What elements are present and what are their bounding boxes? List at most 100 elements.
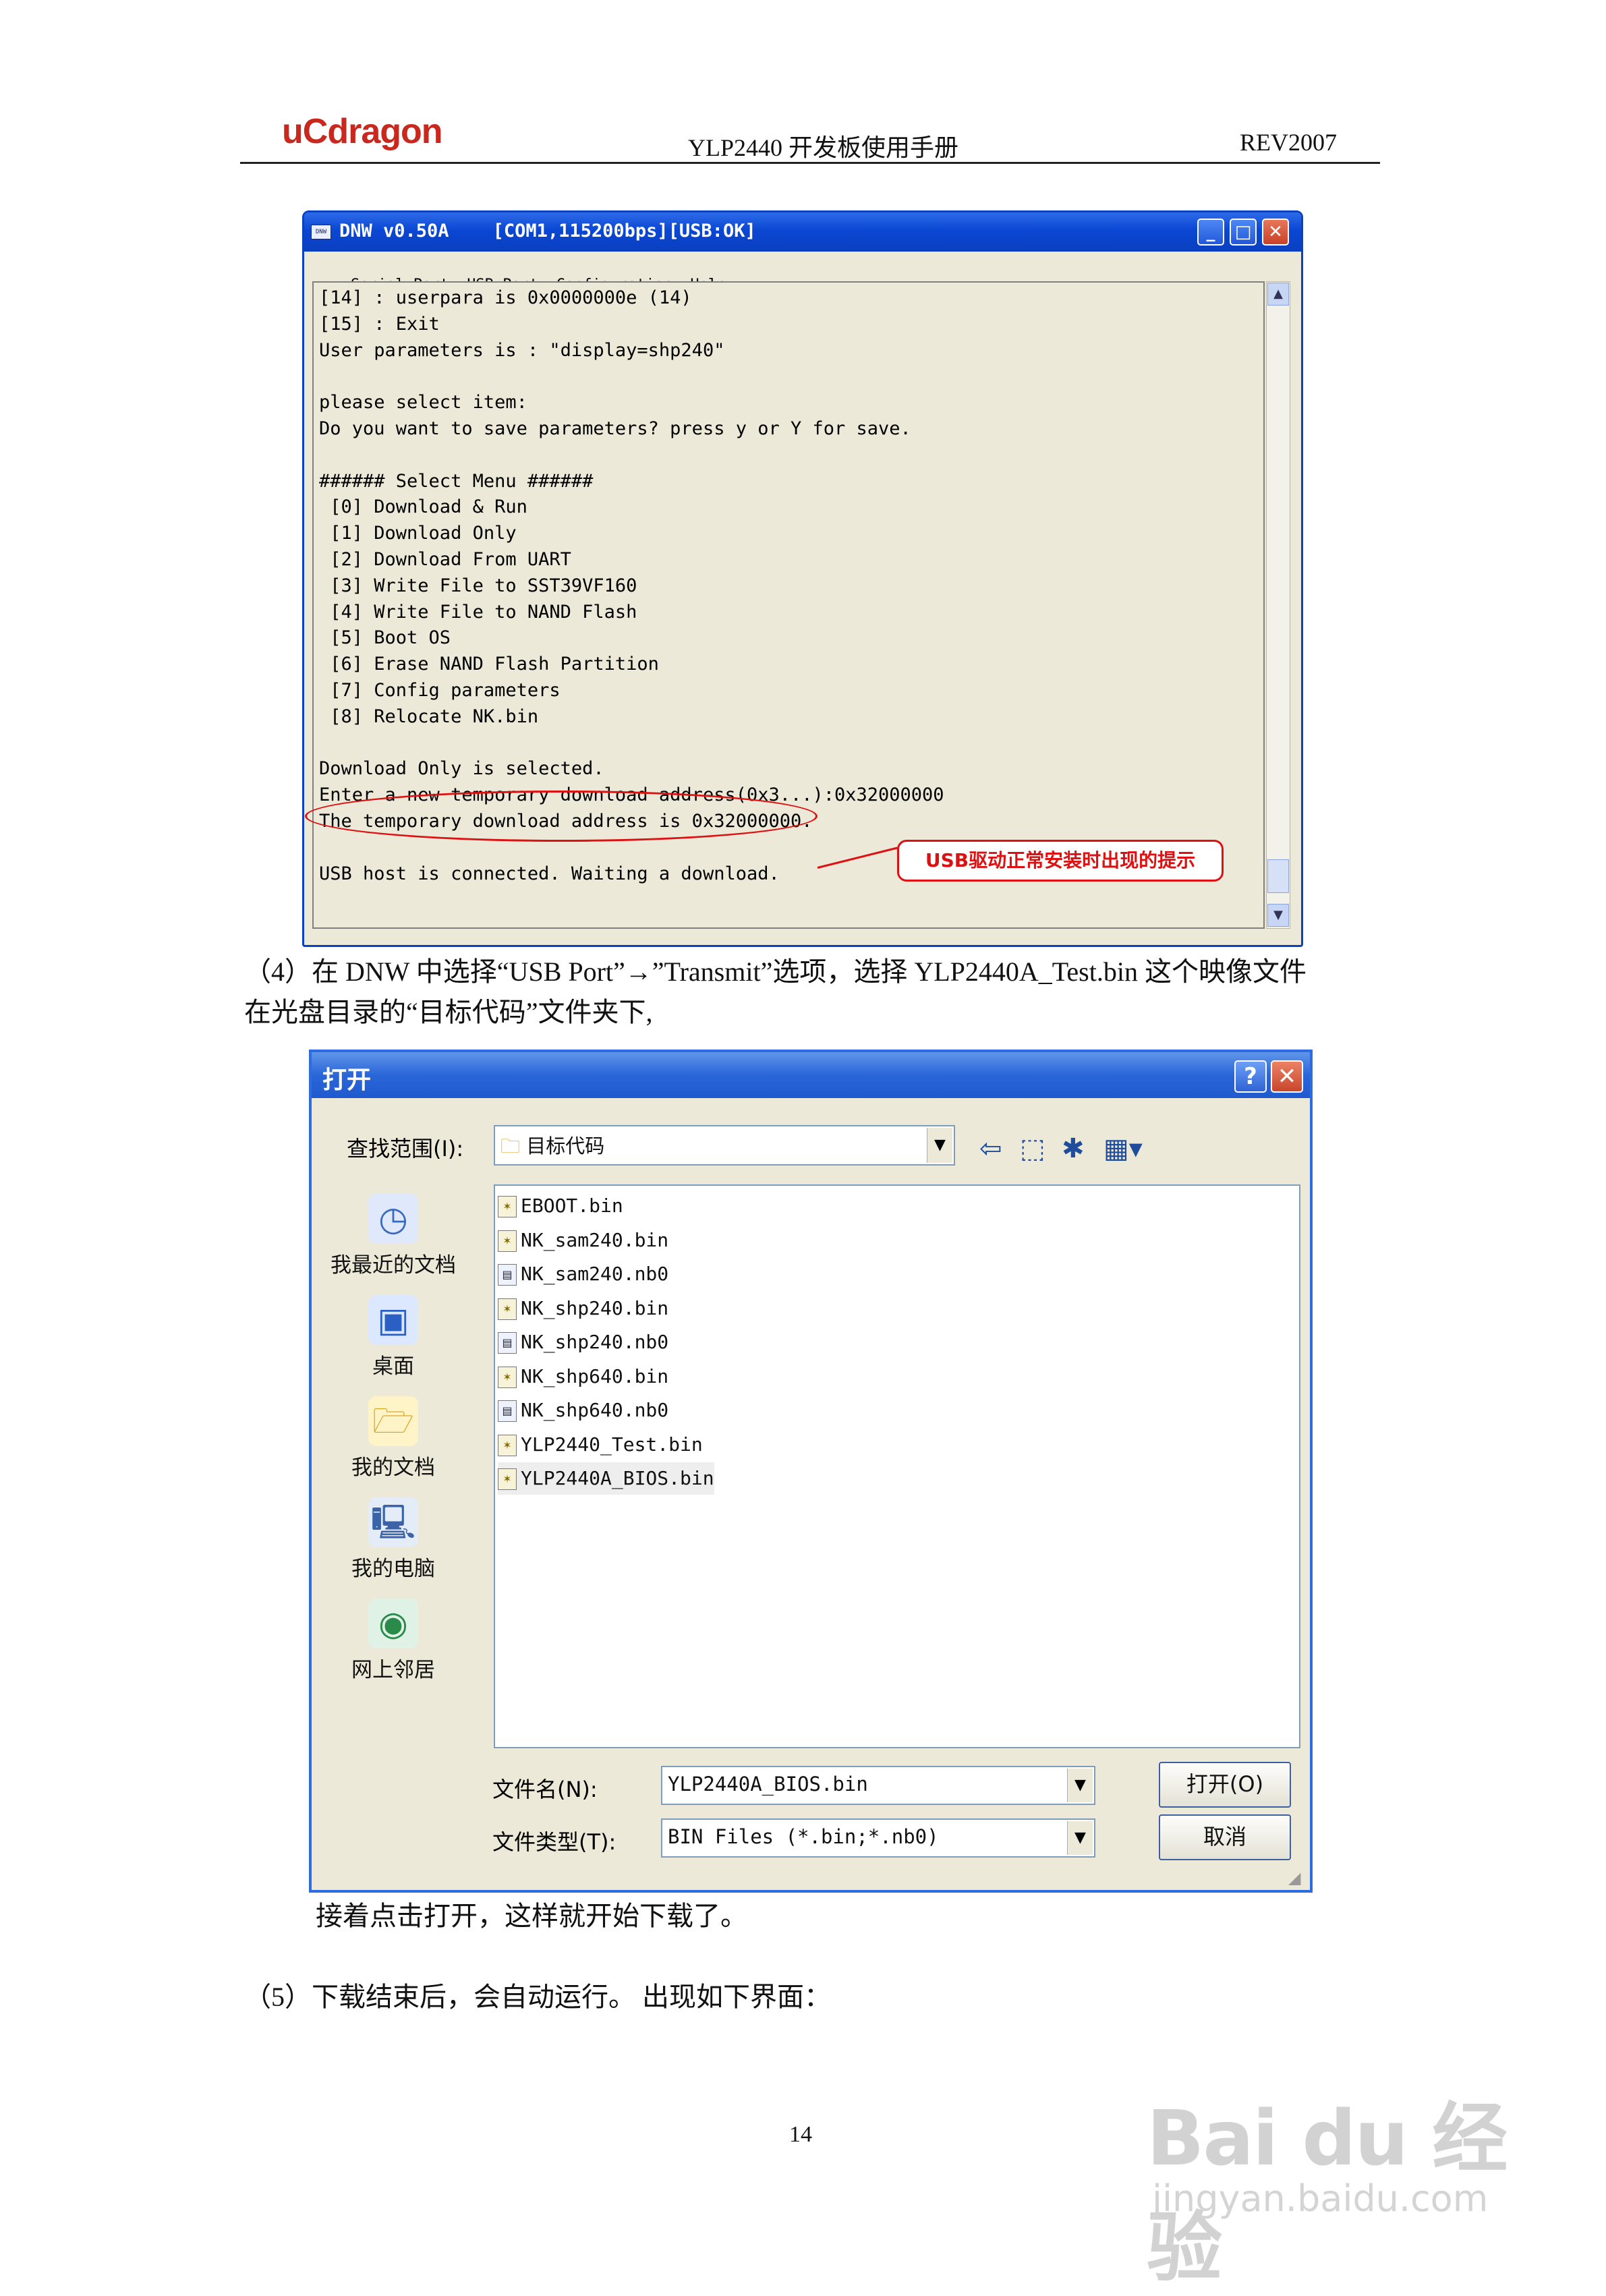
file-list-item[interactable]: ✶ NK_sam240.bin xyxy=(498,1224,668,1257)
file-list-item[interactable]: ▤ NK_shp640.nb0 xyxy=(498,1394,668,1427)
bin-file-icon: ✶ xyxy=(498,1196,517,1217)
close-icon: ✕ xyxy=(1268,222,1283,242)
dialog-close-button[interactable]: ✕ xyxy=(1271,1060,1303,1093)
look-in-value: 目标代码 xyxy=(526,1135,605,1157)
page-number: 14 xyxy=(789,2122,812,2147)
cancel-button[interactable]: 取消 xyxy=(1159,1814,1291,1860)
back-arrow-icon: ⇦ xyxy=(979,1133,1002,1164)
close-button[interactable]: ✕ xyxy=(1262,219,1289,246)
file-name: NK_shp640.bin xyxy=(521,1365,669,1387)
bin-file-icon: ✶ xyxy=(498,1434,517,1456)
my-documents-icon: 🗁 xyxy=(368,1396,418,1446)
look-in-dropdown-button[interactable]: ▼ xyxy=(927,1128,952,1163)
minimize-icon: _ xyxy=(1206,222,1215,242)
open-button[interactable]: 打开(O) xyxy=(1159,1762,1291,1808)
file-list-item[interactable]: ✶ NK_shp640.bin xyxy=(498,1360,668,1393)
view-menu-icon: ▦▾ xyxy=(1103,1133,1143,1164)
document-title: YLP2440 开发板使用手册 xyxy=(688,134,959,161)
up-folder-icon: ⬚ xyxy=(1020,1133,1045,1164)
brand-logo: uCdragon xyxy=(282,112,443,151)
places-my-computer[interactable]: 🖳 我的电脑 xyxy=(329,1497,457,1582)
folder-icon: 🗀 xyxy=(500,1135,521,1157)
maximize-button[interactable]: □ xyxy=(1230,219,1257,246)
scroll-thumb[interactable] xyxy=(1267,859,1289,893)
places-my-documents[interactable]: 🗁 我的文档 xyxy=(329,1396,457,1481)
dnw-title-bar[interactable]: DNW DNW v0.50A [COM1,115200bps][USB:OK] … xyxy=(304,212,1301,252)
generic-file-icon: ▤ xyxy=(498,1400,517,1422)
filename-value: YLP2440A_BIOS.bin xyxy=(668,1773,868,1796)
step4-line1: （4）在 DNW 中选择“USB Port”→”Transmit”选项，选择 Y… xyxy=(244,956,1307,987)
resize-grip-icon[interactable]: ◢ xyxy=(1288,1868,1300,1887)
filetype-select[interactable]: BIN Files (*.bin;*.nb0) ▼ xyxy=(661,1818,1095,1858)
desktop-icon: ▣ xyxy=(368,1295,418,1345)
filetype-value: BIN Files (*.bin;*.nb0) xyxy=(668,1825,939,1848)
file-name: NK_sam240.bin xyxy=(521,1228,669,1251)
file-name: YLP2440_Test.bin xyxy=(521,1433,703,1456)
places-label: 我的文档 xyxy=(351,1456,435,1480)
maximize-icon: □ xyxy=(1234,222,1252,242)
chevron-up-icon: ▲ xyxy=(1273,287,1283,301)
file-list[interactable]: ✶ EBOOT.bin ✶ NK_sam240.bin ▤ NK_sam240.nb0 ✶ N… xyxy=(494,1184,1300,1748)
annotation-ellipse xyxy=(305,791,818,842)
chevron-down-icon: ▼ xyxy=(1074,1777,1086,1793)
places-desktop[interactable]: ▣ 桌面 xyxy=(329,1295,457,1379)
chevron-down-icon: ▼ xyxy=(1273,908,1283,922)
places-network[interactable]: ◉ 网上邻居 xyxy=(329,1599,457,1683)
filetype-dropdown-button[interactable]: ▼ xyxy=(1067,1821,1093,1855)
look-in-select[interactable]: 🗀 目标代码 ▼ xyxy=(494,1125,955,1166)
file-list-item[interactable]: ▤ NK_shp240.nb0 xyxy=(498,1326,668,1358)
generic-file-icon: ▤ xyxy=(498,1264,517,1286)
close-icon: ✕ xyxy=(1277,1063,1297,1090)
watermark-url: jingyan.baidu.com xyxy=(1152,2177,1489,2220)
dnw-title-text: DNW v0.50A [COM1,115200bps][USB:OK] xyxy=(339,221,756,241)
filename-label: 文件名(N): xyxy=(492,1777,598,1802)
places-label: 我的电脑 xyxy=(351,1557,435,1581)
minimize-button[interactable]: _ xyxy=(1197,219,1224,246)
file-name: YLP2440A_BIOS.bin xyxy=(521,1467,714,1489)
new-folder-icon: ✱ xyxy=(1062,1133,1085,1164)
chevron-down-icon: ▼ xyxy=(1074,1829,1086,1846)
file-list-item[interactable]: ▤ NK_sam240.nb0 xyxy=(498,1258,668,1290)
file-name: NK_shp640.nb0 xyxy=(521,1399,669,1421)
console-scrollbar[interactable]: ▲ ▼ xyxy=(1266,281,1290,929)
places-label: 桌面 xyxy=(372,1354,414,1379)
watermark: Bai du 经验 jingyan.baidu.com xyxy=(1147,2050,1524,2292)
annotation-callout: USB驱动正常安装时出现的提示 xyxy=(897,840,1224,882)
up-folder-button[interactable]: ⬚ xyxy=(1020,1133,1045,1164)
filename-dropdown-button[interactable]: ▼ xyxy=(1067,1769,1093,1802)
generic-file-icon: ▤ xyxy=(498,1332,517,1354)
file-list-item[interactable]: ✶ YLP2440_Test.bin xyxy=(498,1429,703,1461)
help-icon: ? xyxy=(1244,1063,1257,1090)
bin-file-icon: ✶ xyxy=(498,1298,517,1320)
back-button[interactable]: ⇦ xyxy=(979,1133,1002,1164)
revision-label: REV2007 xyxy=(1240,129,1337,156)
help-button[interactable]: ? xyxy=(1234,1060,1267,1093)
places-recent[interactable]: ◷ 我最近的文档 xyxy=(329,1194,457,1278)
header-divider xyxy=(240,162,1380,164)
open-file-dialog: 打开 ? ✕ 查找范围(I): 🗀 目标代码 ▼ ⇦ ⬚ ✱ ▦▾ ◷ 我最近的… xyxy=(309,1050,1313,1893)
bin-file-icon: ✶ xyxy=(498,1468,517,1490)
my-computer-icon: 🖳 xyxy=(368,1497,418,1547)
scroll-down-button[interactable]: ▼ xyxy=(1267,904,1289,927)
bin-file-icon: ✶ xyxy=(498,1366,517,1388)
dialog-title: 打开 xyxy=(322,1066,372,1094)
bin-file-icon: ✶ xyxy=(498,1230,517,1252)
file-name: NK_shp240.bin xyxy=(521,1296,669,1319)
scroll-up-button[interactable]: ▲ xyxy=(1267,283,1289,306)
file-list-item[interactable]: ✶ YLP2440A_BIOS.bin xyxy=(498,1462,714,1495)
chevron-down-icon: ▼ xyxy=(934,1137,946,1153)
network-places-icon: ◉ xyxy=(368,1599,418,1648)
view-menu-button[interactable]: ▦▾ xyxy=(1103,1133,1143,1164)
file-list-item[interactable]: ✶ EBOOT.bin xyxy=(498,1190,623,1222)
file-name: NK_sam240.nb0 xyxy=(521,1263,669,1285)
dialog-title-bar[interactable]: 打开 ? ✕ xyxy=(312,1052,1310,1098)
filename-input[interactable]: YLP2440A_BIOS.bin ▼ xyxy=(661,1766,1095,1805)
recent-documents-icon: ◷ xyxy=(368,1194,418,1244)
places-label: 网上邻居 xyxy=(351,1658,435,1682)
instruction-text: 接着点击打开，这样就开始下载了。 xyxy=(316,1901,747,1931)
new-folder-button[interactable]: ✱ xyxy=(1062,1133,1085,1164)
file-list-item[interactable]: ✶ NK_shp240.bin xyxy=(498,1292,668,1325)
file-name: NK_shp240.nb0 xyxy=(521,1331,669,1353)
file-name: EBOOT.bin xyxy=(521,1195,623,1217)
filetype-label: 文件类型(T): xyxy=(492,1829,616,1855)
